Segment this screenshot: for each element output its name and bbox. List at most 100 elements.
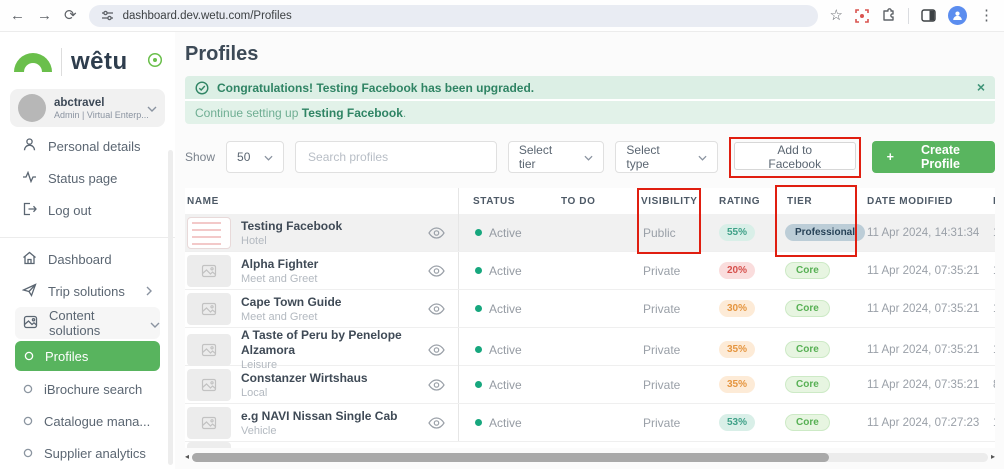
brand-name: wêtu	[71, 48, 128, 76]
main-content: Profiles Congratulations! Testing Facebo…	[175, 32, 1004, 469]
show-label: Show	[185, 150, 215, 164]
page-size-select[interactable]: 50	[226, 141, 284, 173]
bookmark-star-icon[interactable]: ☆	[830, 8, 843, 23]
logo-divider	[61, 48, 62, 76]
next-row-partial	[185, 442, 995, 448]
preview-eye-icon[interactable]	[428, 379, 445, 391]
sidebar-item-status-page[interactable]: Status page	[0, 162, 175, 194]
profile-row[interactable]: Constanzer WirtshausLocalActivePrivate35…	[185, 366, 995, 404]
tier-filter-select[interactable]: Select tier	[508, 141, 605, 173]
browser-back-icon[interactable]: ←	[10, 8, 25, 23]
scroll-right-arrow-icon[interactable]: ▸	[991, 453, 995, 461]
sidebar-item-trip-solutions[interactable]: Trip solutions	[0, 275, 175, 307]
account-switcher[interactable]: abctravel Admin | Virtual Enterp...	[10, 89, 165, 127]
profile-name: Cape Town Guide	[241, 295, 341, 310]
sidebar-item-supplier-analytics[interactable]: Supplier analytics	[0, 437, 175, 469]
date-modified: 11 Apr 2024, 07:35:21	[853, 265, 975, 277]
date-modified: 11 Apr 2024, 07:27:23	[853, 417, 975, 429]
site-settings-icon[interactable]	[101, 9, 114, 22]
sidebar-item-catalogue-management[interactable]: Catalogue mana...	[0, 405, 175, 437]
visibility-value: Private	[627, 378, 705, 392]
target-icon[interactable]	[147, 52, 163, 73]
profiles-table: NAME STATUS TO DO VISIBILITY RATING TIER…	[185, 188, 995, 448]
banner-followup-text: Continue setting up Testing Facebook.	[195, 106, 406, 120]
home-icon	[22, 251, 37, 268]
profile-row[interactable]: Testing FacebookHotelActivePublic55%Prof…	[185, 214, 995, 252]
sidebar-item-personal-details[interactable]: Personal details	[0, 130, 175, 162]
status-label: Active	[489, 378, 522, 392]
preview-eye-icon[interactable]	[428, 227, 445, 239]
type-filter-select[interactable]: Select type	[615, 141, 717, 173]
circle-bullet-icon	[24, 349, 34, 364]
create-profile-button[interactable]: + Create Profile	[872, 141, 995, 173]
profile-type: Meet and Greet	[241, 273, 318, 285]
sidebar-item-log-out[interactable]: Log out	[0, 194, 175, 226]
extensions-puzzle-icon[interactable]	[881, 8, 896, 23]
preview-eye-icon[interactable]	[428, 344, 445, 356]
profile-type: Vehicle	[241, 425, 397, 437]
chevron-down-icon	[264, 150, 273, 164]
circle-bullet-icon	[23, 446, 33, 461]
preview-eye-icon[interactable]	[428, 303, 445, 315]
sidebar-item-label: Trip solutions	[48, 284, 125, 299]
rating-cell: 35%	[705, 376, 777, 393]
sidebar-scrollbar[interactable]	[168, 150, 173, 465]
scrollbar-track[interactable]	[192, 453, 988, 462]
logout-icon	[22, 202, 37, 219]
rating-badge: 30%	[719, 300, 755, 317]
status-dot-icon	[475, 419, 482, 426]
browser-forward-icon[interactable]: →	[37, 8, 52, 23]
date-modified: 11 Apr 2024, 07:35:21	[853, 379, 975, 391]
browser-actions: ☆ ⋮	[830, 6, 994, 25]
status-label: Active	[489, 416, 522, 430]
browser-refresh-icon[interactable]: ⟳	[64, 8, 77, 23]
tier-filter-value: Select tier	[519, 143, 571, 171]
add-to-facebook-button[interactable]: Add to Facebook	[734, 142, 856, 170]
banner-close-icon[interactable]: ×	[977, 80, 985, 94]
status-cell: Active	[459, 416, 547, 430]
table-header-row: NAME STATUS TO DO VISIBILITY RATING TIER…	[185, 188, 995, 214]
profile-type: Meet and Greet	[241, 311, 341, 323]
browser-menu-icon[interactable]: ⋮	[979, 8, 994, 23]
profile-name-cell: A Taste of Peru by Penelope AlzamoraLeis…	[185, 328, 459, 371]
status-cell: Active	[459, 226, 547, 240]
sidebar-item-label: Log out	[48, 203, 91, 218]
chevron-right-icon	[146, 284, 152, 299]
status-cell: Active	[459, 378, 547, 392]
preview-eye-icon[interactable]	[428, 265, 445, 277]
scroll-left-arrow-icon[interactable]: ◂	[185, 453, 189, 461]
profile-name: Alpha Fighter	[241, 257, 318, 272]
sidebar-item-dashboard[interactable]: Dashboard	[0, 243, 175, 275]
rating-badge: 20%	[719, 262, 755, 279]
profile-row[interactable]: A Taste of Peru by Penelope AlzamoraLeis…	[185, 328, 995, 366]
profile-row[interactable]: e.g NAVI Nissan Single CabVehicleActiveP…	[185, 404, 995, 442]
date-modified: 11 Apr 2024, 07:35:21	[853, 344, 975, 356]
preview-eye-icon[interactable]	[428, 417, 445, 429]
sidebar-item-label: Supplier analytics	[44, 446, 146, 461]
profile-row[interactable]: Alpha FighterMeet and GreetActivePrivate…	[185, 252, 995, 290]
sidebar-item-content-solutions[interactable]: Content solutions	[15, 307, 160, 339]
brand-logo: wêtu	[0, 32, 175, 80]
browser-profile-avatar[interactable]	[948, 6, 967, 25]
status-label: Active	[489, 226, 522, 240]
sidebar-item-label: Content solutions	[49, 308, 129, 338]
rating-badge: 53%	[719, 414, 755, 431]
side-panel-icon[interactable]	[921, 9, 936, 22]
profile-name: Testing Facebook	[241, 219, 342, 234]
search-input[interactable]	[295, 141, 497, 173]
profile-name-cell: Testing FacebookHotel	[185, 214, 459, 251]
profile-name-cell: Cape Town GuideMeet and Greet	[185, 290, 459, 327]
sidebar-item-profiles[interactable]: Profiles	[15, 341, 160, 371]
profile-row[interactable]: Cape Town GuideMeet and GreetActivePriva…	[185, 290, 995, 328]
address-bar[interactable]: dashboard.dev.wetu.com/Profiles	[89, 5, 818, 27]
status-dot-icon	[475, 267, 482, 274]
profile-name: Constanzer Wirtshaus	[241, 371, 368, 386]
success-banner: Congratulations! Testing Facebook has be…	[185, 76, 995, 124]
scrollbar-thumb[interactable]	[192, 453, 829, 462]
status-dot-icon	[475, 305, 482, 312]
sidebar-item-ibrochure-search[interactable]: iBrochure search	[0, 373, 175, 405]
banner-profile-link[interactable]: Testing Facebook	[302, 106, 403, 120]
screen-capture-extension-icon[interactable]	[855, 9, 869, 23]
status-label: Active	[489, 264, 522, 278]
status-dot-icon	[475, 229, 482, 236]
